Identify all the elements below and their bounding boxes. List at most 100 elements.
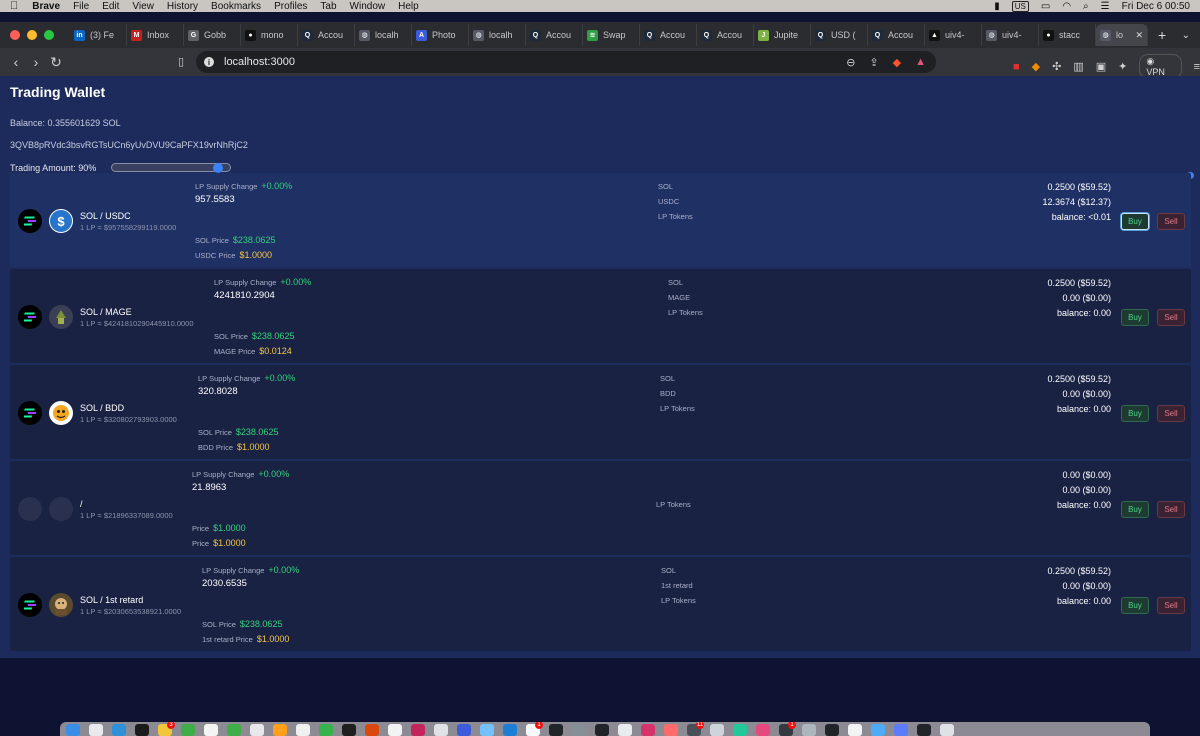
dock-app-icon[interactable]: [618, 724, 632, 736]
sell-button[interactable]: Sell: [1157, 597, 1185, 614]
sell-button[interactable]: Sell: [1157, 309, 1185, 326]
buy-button[interactable]: Buy: [1121, 309, 1149, 326]
browser-tab[interactable]: Q USD (: [811, 24, 868, 46]
dock-app-icon[interactable]: [89, 724, 103, 736]
dock-app-icon[interactable]: [503, 724, 517, 736]
extension-lock-icon[interactable]: ■: [1013, 61, 1020, 73]
browser-tab[interactable]: M Inbox: [127, 24, 184, 46]
reload-icon[interactable]: ↻: [46, 54, 66, 71]
trading-amount-slider[interactable]: [111, 163, 231, 173]
input-source[interactable]: US: [1011, 0, 1029, 12]
dock-app-icon[interactable]: [940, 724, 954, 736]
apple-icon[interactable]: : [10, 0, 18, 12]
browser-tab[interactable]: ≋ Swap: [583, 24, 640, 46]
dock-app-icon[interactable]: [342, 724, 356, 736]
dock-app-icon[interactable]: [135, 724, 149, 736]
browser-tab[interactable]: ● stacc: [1039, 24, 1096, 46]
dock-app-icon[interactable]: 1: [779, 722, 796, 736]
dock-app-icon[interactable]: [319, 724, 333, 736]
browser-tab[interactable]: Q Accou: [640, 24, 697, 46]
battery-icon[interactable]: ▮: [994, 1, 1000, 12]
menu-icon[interactable]: ≡: [1194, 61, 1200, 73]
menu-file[interactable]: File: [73, 1, 89, 12]
dock-app-icon[interactable]: [66, 724, 80, 736]
browser-tab[interactable]: ◍ lo ✕: [1096, 24, 1148, 46]
share-icon[interactable]: ⇪: [869, 56, 878, 69]
dock-app-icon[interactable]: [572, 724, 586, 736]
forward-icon[interactable]: ›: [26, 54, 46, 70]
menu-window[interactable]: Window: [350, 1, 386, 12]
sell-button[interactable]: Sell: [1157, 213, 1185, 230]
wifi-icon[interactable]: ◠: [1062, 1, 1071, 12]
back-icon[interactable]: ‹: [6, 54, 26, 70]
buy-button[interactable]: Buy: [1121, 501, 1149, 518]
dock-app-icon[interactable]: [480, 724, 494, 736]
dock-app-icon[interactable]: [296, 724, 310, 736]
clock[interactable]: Fri Dec 6 00:50: [1122, 1, 1190, 12]
bookmark-icon[interactable]: ▯: [178, 55, 184, 68]
control-center-icon[interactable]: ☰: [1101, 1, 1110, 12]
tab-list-chevron-icon[interactable]: ⌄: [1182, 30, 1190, 41]
browser-tab[interactable]: ● mono: [241, 24, 298, 46]
leo-ai-icon[interactable]: ✦: [1118, 60, 1127, 73]
wallet-address[interactable]: 3QVB8pRVdc3bsvRGTsUCn6yUvDVU9CaPFX19vrNh…: [10, 140, 248, 150]
dock-app-icon[interactable]: [733, 724, 747, 736]
browser-tab[interactable]: Q Accou: [868, 24, 925, 46]
menu-profiles[interactable]: Profiles: [274, 1, 307, 12]
zoom-window-icon[interactable]: [44, 30, 54, 40]
dock-app-icon[interactable]: [227, 724, 241, 736]
brave-shields-icon[interactable]: ◆: [893, 56, 901, 69]
brave-rewards-icon[interactable]: ▲: [915, 56, 926, 68]
dock-app-icon[interactable]: [365, 724, 379, 736]
dock-app-icon[interactable]: 11: [687, 722, 704, 736]
dock-app-icon[interactable]: [825, 724, 839, 736]
browser-tab[interactable]: Q Accou: [697, 24, 754, 46]
close-window-icon[interactable]: [10, 30, 20, 40]
wallet-icon[interactable]: ▣: [1096, 60, 1106, 73]
browser-tab[interactable]: ◍ localh: [355, 24, 412, 46]
dock-app-icon[interactable]: [756, 724, 770, 736]
dock-app-icon[interactable]: [388, 724, 402, 736]
spotlight-icon[interactable]: ⌕: [1083, 1, 1089, 12]
sell-button[interactable]: Sell: [1157, 501, 1185, 518]
buy-button[interactable]: Buy: [1121, 213, 1149, 230]
site-info-icon[interactable]: i: [204, 57, 214, 67]
menu-help[interactable]: Help: [398, 1, 419, 12]
dock-app-icon[interactable]: 3: [158, 722, 175, 736]
dock-app-icon[interactable]: [250, 724, 264, 736]
browser-tab[interactable]: ▲ uiv4-: [925, 24, 982, 46]
browser-tab[interactable]: in (3) Fe: [70, 24, 127, 46]
dock-app-icon[interactable]: [894, 724, 908, 736]
dock-app-icon[interactable]: [411, 724, 425, 736]
dock-app-icon[interactable]: [434, 724, 448, 736]
menu-edit[interactable]: Edit: [102, 1, 119, 12]
browser-tab[interactable]: ◍ localh: [469, 24, 526, 46]
dock-app-icon[interactable]: [802, 724, 816, 736]
menu-brave[interactable]: Brave: [32, 1, 60, 12]
dock-app-icon[interactable]: [204, 724, 218, 736]
extensions-puzzle-icon[interactable]: ✣: [1052, 60, 1061, 73]
dock-app-icon[interactable]: 1: [526, 722, 543, 736]
dock-app-icon[interactable]: [664, 724, 678, 736]
dock-app-icon[interactable]: [917, 724, 931, 736]
close-tab-icon[interactable]: ✕: [1135, 30, 1143, 41]
address-bar[interactable]: i localhost:3000 ⊖ ⇪ ◆ ▲: [196, 51, 936, 73]
dock-app-icon[interactable]: [181, 724, 195, 736]
dock-app-icon[interactable]: [549, 724, 563, 736]
sell-button[interactable]: Sell: [1157, 405, 1185, 422]
browser-tab[interactable]: Q Accou: [298, 24, 355, 46]
minimize-window-icon[interactable]: [27, 30, 37, 40]
buy-button[interactable]: Buy: [1121, 405, 1149, 422]
dock-app-icon[interactable]: [273, 724, 287, 736]
menu-tab[interactable]: Tab: [320, 1, 336, 12]
metamask-icon[interactable]: ◆: [1032, 60, 1040, 73]
slider-knob[interactable]: [213, 163, 224, 173]
browser-tab[interactable]: A Photo: [412, 24, 469, 46]
dock-app-icon[interactable]: [710, 724, 724, 736]
browser-tab[interactable]: Q Accou: [526, 24, 583, 46]
sidebar-toggle-icon[interactable]: ▥: [1073, 60, 1083, 73]
battery-status-icon[interactable]: ▭: [1041, 1, 1050, 12]
browser-tab[interactable]: ◍ uiv4-: [982, 24, 1039, 46]
browser-tab[interactable]: J Jupite: [754, 24, 811, 46]
menu-bookmarks[interactable]: Bookmarks: [211, 1, 261, 12]
